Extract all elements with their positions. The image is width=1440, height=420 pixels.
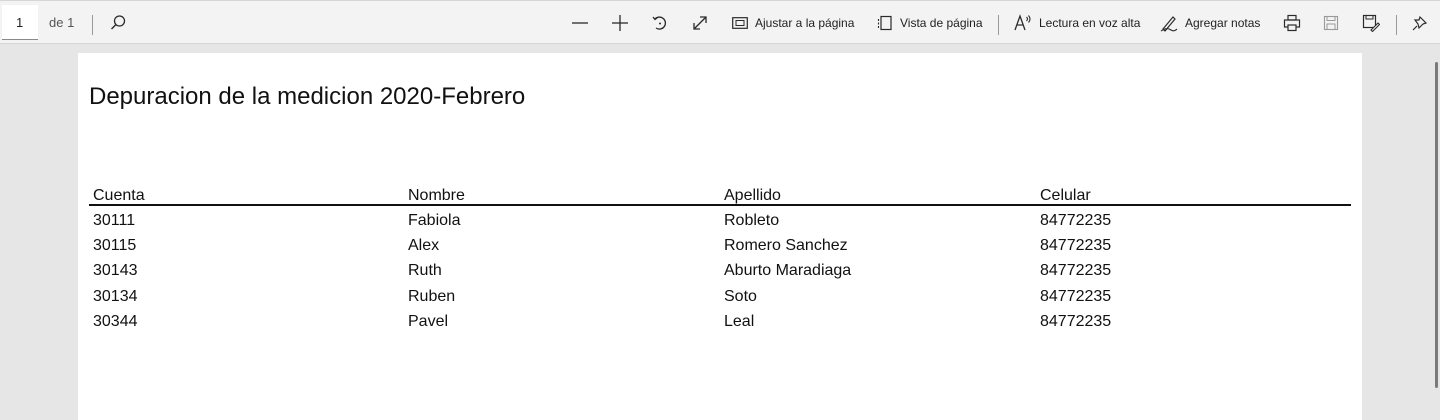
rotate-icon[interactable] bbox=[649, 1, 671, 45]
pin-icon[interactable] bbox=[1409, 1, 1431, 45]
cell-celular: 84772235 bbox=[1040, 237, 1112, 254]
cell-nombre: Ruth bbox=[408, 262, 442, 279]
zoom-in-icon[interactable] bbox=[609, 1, 631, 45]
pdf-toolbar: 1 de 1 Ajustar a la página Vista de pági… bbox=[0, 0, 1440, 44]
save-icon[interactable] bbox=[1320, 1, 1342, 45]
fit-page-button[interactable]: Ajustar a la página bbox=[732, 1, 854, 45]
document-title: Depuracion de la medicion 2020-Febrero bbox=[89, 83, 526, 110]
toolbar-divider bbox=[92, 15, 93, 35]
read-aloud-label: Lectura en voz alta bbox=[1039, 16, 1141, 30]
zoom-out-icon[interactable] bbox=[569, 1, 591, 45]
cell-celular: 84772235 bbox=[1040, 212, 1112, 229]
print-icon[interactable] bbox=[1281, 1, 1303, 45]
fullscreen-icon[interactable] bbox=[689, 1, 711, 45]
column-header-nombre: Nombre bbox=[408, 187, 465, 204]
read-aloud-button[interactable]: Lectura en voz alta bbox=[1014, 1, 1140, 45]
page-view-button[interactable]: Vista de página bbox=[877, 1, 983, 45]
add-notes-label: Agregar notas bbox=[1185, 16, 1261, 30]
cell-nombre: Alex bbox=[408, 237, 440, 254]
fit-page-label: Ajustar a la página bbox=[755, 16, 855, 30]
scrollbar-thumb[interactable] bbox=[1435, 62, 1438, 388]
cell-apellido: Soto bbox=[724, 288, 757, 305]
cell-celular: 84772235 bbox=[1040, 313, 1112, 330]
cell-apellido: Romero Sanchez bbox=[724, 237, 848, 254]
header-divider bbox=[89, 204, 1351, 206]
read-aloud-icon bbox=[1014, 14, 1031, 31]
column-header-apellido: Apellido bbox=[724, 187, 781, 204]
cell-nombre: Pavel bbox=[408, 313, 449, 330]
page-number-input[interactable]: 1 bbox=[2, 5, 38, 40]
toolbar-divider bbox=[998, 15, 999, 35]
page-view-label: Vista de página bbox=[900, 16, 983, 30]
cell-apellido: Robleto bbox=[724, 212, 780, 229]
fit-page-icon bbox=[732, 17, 748, 29]
column-header-cuenta: Cuenta bbox=[93, 187, 145, 204]
cell-apellido: Aburto Maradiaga bbox=[724, 262, 852, 279]
toolbar-divider bbox=[1396, 15, 1397, 35]
pdf-page: Depuracion de la medicion 2020-Febrero C… bbox=[78, 53, 1362, 420]
page-view-icon bbox=[877, 15, 892, 31]
column-header-celular: Celular bbox=[1040, 187, 1091, 204]
cell-apellido: Leal bbox=[724, 313, 755, 330]
cell-cuenta: 30111 bbox=[93, 212, 136, 229]
cell-celular: 84772235 bbox=[1040, 262, 1112, 279]
cell-cuenta: 30115 bbox=[93, 237, 137, 254]
cell-cuenta: 30134 bbox=[93, 288, 138, 305]
cell-cuenta: 30344 bbox=[93, 313, 138, 330]
page-total-label: de 1 bbox=[49, 15, 75, 30]
cell-celular: 84772235 bbox=[1040, 288, 1112, 305]
save-as-icon[interactable] bbox=[1360, 1, 1382, 45]
cell-nombre: Fabiola bbox=[408, 212, 461, 229]
cell-nombre: Ruben bbox=[408, 288, 456, 305]
search-icon[interactable] bbox=[106, 1, 130, 45]
add-notes-icon bbox=[1160, 16, 1178, 32]
add-notes-button[interactable]: Agregar notas bbox=[1160, 1, 1260, 45]
cell-cuenta: 30143 bbox=[93, 262, 138, 279]
